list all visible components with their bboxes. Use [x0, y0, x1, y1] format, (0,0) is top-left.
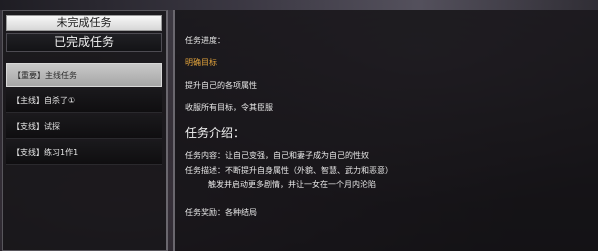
progress-label: 任务进度：: [185, 36, 225, 45]
task-desc-line-2: 触发并启动更多剧情，并让一女在一个月内沦陷: [208, 180, 376, 189]
goal-line-1: 提升自己的各项属性: [185, 81, 257, 90]
goal-label: 明确目标: [185, 58, 217, 67]
task-list: 【重要】主线任务 【主线】自杀了① 【支线】试探 【支线】练习1作1: [6, 63, 162, 167]
goal-line-2: 收服所有目标，令其臣服: [185, 103, 273, 112]
top-decorative-strip: [0, 0, 598, 10]
task-item-main[interactable]: 【重要】主线任务: [6, 63, 162, 87]
task-reward-line: 任务奖励：各种结局: [185, 208, 257, 217]
task-desc-line-1: 任务描述：不断提升自身属性（外貌、智慧、武力和恶意）: [185, 166, 393, 175]
task-item-practice[interactable]: 【支线】练习1作1: [6, 141, 162, 165]
task-item-suicide[interactable]: 【主线】自杀了①: [6, 89, 162, 113]
tab-completed-tasks[interactable]: 已完成任务: [6, 33, 162, 52]
task-content-line: 任务内容：让自己变强，自己和妻子成为自己的性奴: [185, 151, 369, 160]
task-item-probe[interactable]: 【支线】试探: [6, 115, 162, 139]
tab-incomplete-tasks[interactable]: 未完成任务: [6, 15, 162, 31]
intro-heading: 任务介绍：: [185, 126, 246, 140]
